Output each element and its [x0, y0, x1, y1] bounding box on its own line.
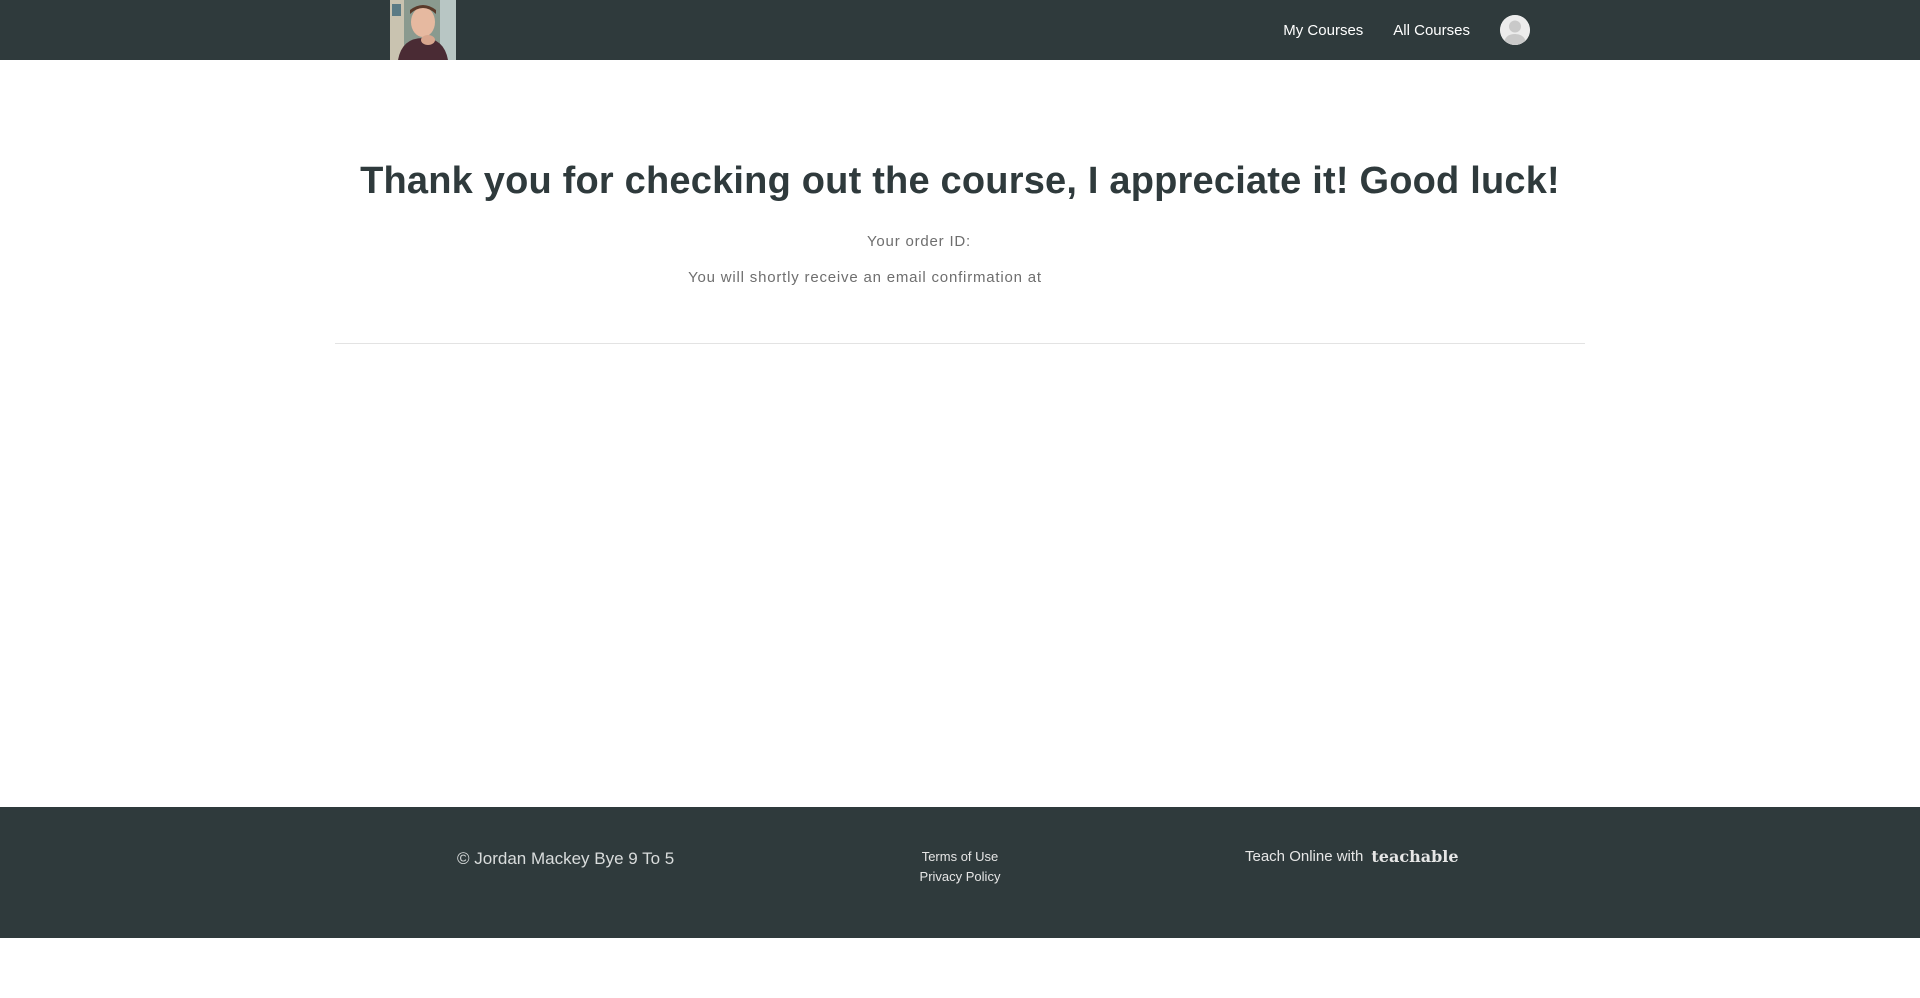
main-nav: My Courses All Courses — [1253, 0, 1530, 60]
email-confirmation-text: You will shortly receive an email confir… — [688, 269, 1042, 286]
page-title: Thank you for checking out the course, I… — [360, 160, 1560, 202]
site-footer: © Jordan Mackey Bye 9 To 5 Terms of Use … — [0, 807, 1920, 938]
teach-online-label: Teach Online with — [1245, 848, 1364, 865]
nav-all-courses[interactable]: All Courses — [1393, 22, 1470, 39]
instructor-photo-logo — [390, 0, 456, 60]
teachable-logo: teachable — [1371, 847, 1459, 866]
terms-of-use-link[interactable]: Terms of Use — [0, 847, 1920, 867]
top-navbar: My Courses All Courses — [0, 0, 1920, 60]
content-divider — [335, 343, 1585, 344]
privacy-policy-link[interactable]: Privacy Policy — [0, 867, 1920, 887]
footer-links: Terms of Use Privacy Policy — [0, 847, 1920, 887]
teachable-promo-link[interactable]: Teach Online with teachable — [1245, 847, 1459, 866]
user-avatar-button[interactable] — [1500, 15, 1530, 45]
order-id-label: Your order ID: — [866, 233, 972, 250]
nav-my-courses[interactable]: My Courses — [1283, 22, 1363, 39]
site-logo[interactable] — [390, 0, 456, 60]
user-avatar-icon — [1500, 15, 1530, 45]
